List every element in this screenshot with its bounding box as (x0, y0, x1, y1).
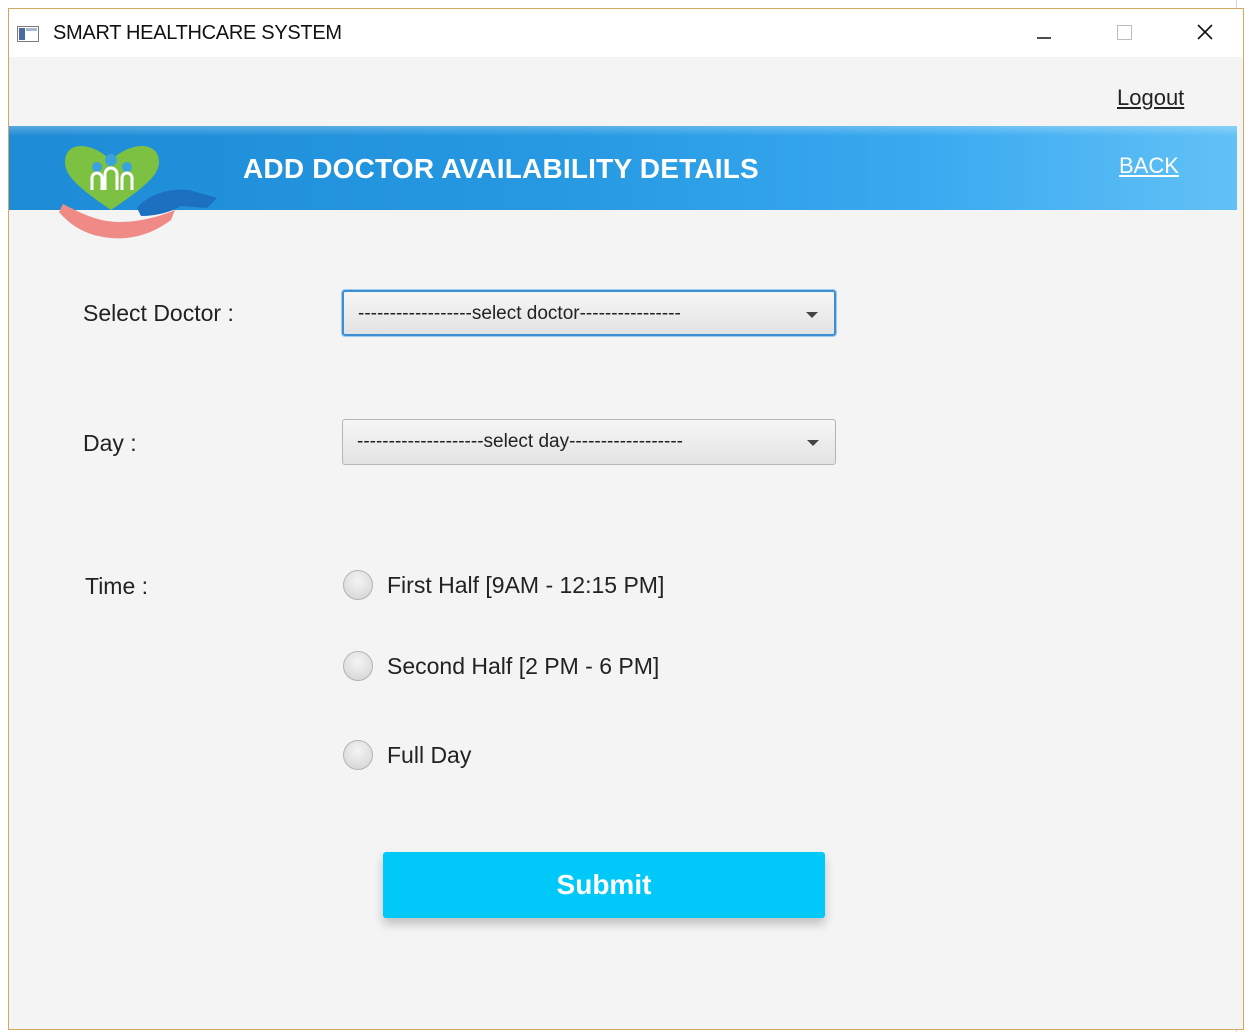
maximize-button[interactable] (1093, 9, 1153, 57)
chevron-down-icon (806, 312, 818, 318)
main-content: Logout ADD DOCTOR AVAILABILITY DETAILS B… (9, 57, 1243, 1023)
radio-label: Second Half [2 PM - 6 PM] (387, 653, 660, 679)
back-link[interactable]: BACK (1119, 153, 1179, 179)
chevron-down-icon (807, 440, 819, 446)
app-window-icon (17, 26, 39, 42)
healthcare-logo-icon (59, 145, 217, 239)
radio-button[interactable] (343, 651, 373, 681)
doctor-select[interactable]: ------------------select doctor---------… (342, 290, 836, 336)
minimize-button[interactable] (1013, 9, 1073, 57)
page-title: ADD DOCTOR AVAILABILITY DETAILS (243, 153, 759, 184)
close-icon (1197, 24, 1213, 40)
doctor-select-value: ------------------select doctor---------… (358, 303, 681, 324)
radio-full-day[interactable]: Full Day (343, 739, 543, 773)
app-window: SMART HEALTHCARE SYSTEM Logout ADD DOCTO… (8, 8, 1244, 1030)
submit-button[interactable]: Submit (383, 852, 825, 918)
radio-label: First Half [9AM - 12:15 PM] (387, 572, 665, 598)
logout-link[interactable]: Logout (1117, 85, 1184, 111)
day-select[interactable]: --------------------select day----------… (342, 419, 836, 465)
title-bar[interactable]: SMART HEALTHCARE SYSTEM (9, 9, 1243, 57)
day-label: Day : (83, 430, 137, 456)
radio-first-half[interactable]: First Half [9AM - 12:15 PM] (343, 569, 703, 603)
minimize-icon (1037, 37, 1051, 39)
radio-button[interactable] (343, 570, 373, 600)
radio-second-half[interactable]: Second Half [2 PM - 6 PM] (343, 650, 703, 684)
maximize-icon (1117, 25, 1132, 40)
day-select-value: --------------------select day----------… (357, 431, 683, 452)
close-button[interactable] (1175, 9, 1235, 57)
window-title: SMART HEALTHCARE SYSTEM (53, 22, 342, 44)
time-label: Time : (85, 573, 149, 599)
radio-label: Full Day (387, 742, 472, 768)
select-doctor-label: Select Doctor : (83, 300, 234, 326)
radio-button[interactable] (343, 740, 373, 770)
